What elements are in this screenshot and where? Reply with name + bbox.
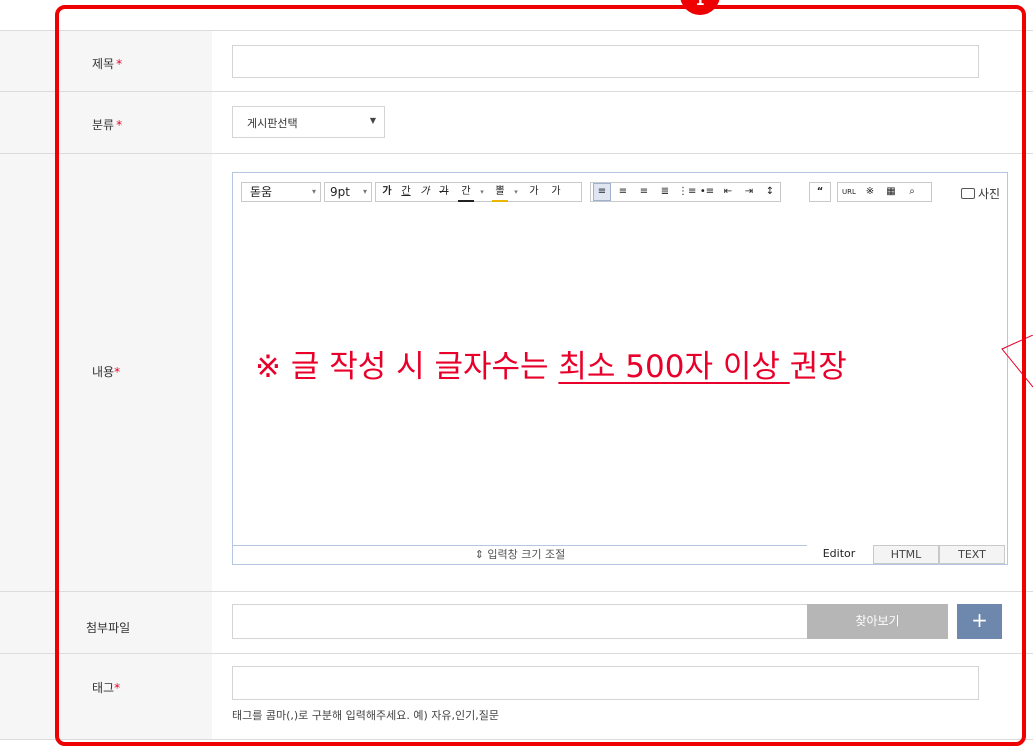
align-justify-icon[interactable]: ≣ xyxy=(657,184,673,200)
required-mark: * xyxy=(114,681,121,695)
align-center-icon[interactable]: ≡ xyxy=(615,184,631,200)
font-size-select[interactable]: 9pt ▾ xyxy=(324,182,372,202)
ordered-list-icon[interactable]: ⋮≡ xyxy=(678,184,696,200)
attachment-path-input[interactable] xyxy=(232,604,808,639)
category-selected-value: 게시판선택 xyxy=(247,117,298,130)
category-select[interactable]: 게시판선택 ▼ xyxy=(232,106,385,138)
subscript-button[interactable]: 가 xyxy=(548,184,564,200)
title-row: 제목 * xyxy=(0,31,1033,91)
indent-icon[interactable]: ⇥ xyxy=(741,184,757,200)
annotation-badge: 1 xyxy=(680,0,720,15)
insert-photo-button[interactable]: 사진 xyxy=(961,185,1000,202)
text-color-button[interactable]: 간 xyxy=(458,184,474,202)
mode-tab-text[interactable]: TEXT xyxy=(939,545,1005,564)
insert-group: URL ※ ▦ ⌕ xyxy=(837,182,932,202)
link-url-icon[interactable]: URL xyxy=(841,184,857,200)
mode-tab-editor[interactable]: Editor xyxy=(807,545,871,564)
attachment-label: 첨부파일 xyxy=(86,621,131,635)
dropdown-arrow-icon[interactable]: ▾ xyxy=(508,184,524,200)
category-label: 분류 * xyxy=(92,118,123,132)
quote-icon[interactable]: “ xyxy=(812,184,828,200)
bold-button[interactable]: 가 xyxy=(379,184,395,200)
content-label: 내용* xyxy=(92,365,121,379)
required-mark: * xyxy=(116,118,123,132)
outdent-icon[interactable]: ⇤ xyxy=(720,184,736,200)
unordered-list-icon[interactable]: •≡ xyxy=(699,184,715,200)
tags-input[interactable] xyxy=(232,666,979,700)
editor-content-area[interactable]: ※ 글 작성 시 글자수는 최소 500자 이상 권장 xyxy=(233,213,1007,545)
callout-pointer-icon xyxy=(1001,335,1033,388)
mode-tab-html[interactable]: HTML xyxy=(873,545,939,564)
dropdown-arrow-icon: ▼ xyxy=(369,116,376,125)
notice-emphasis: 최소 500자 이상 xyxy=(558,349,790,385)
paragraph-group: ≡ ≡ ≡ ≣ ⋮≡ •≡ ⇤ ⇥ ↕ xyxy=(590,182,781,202)
underline-button[interactable]: 간 xyxy=(398,184,414,200)
dropdown-arrow-icon: ▾ xyxy=(311,187,316,196)
required-mark: * xyxy=(116,57,123,71)
text-format-group: 가 간 가 가 간 ▾ 뽈 ▾ 가 가 xyxy=(375,182,582,202)
add-file-button[interactable]: + xyxy=(957,604,1002,639)
highlight-color-button[interactable]: 뽈 xyxy=(492,184,508,202)
title-label: 제목 * xyxy=(92,57,123,71)
align-left-icon[interactable]: ≡ xyxy=(593,183,611,201)
search-icon[interactable]: ⌕ xyxy=(904,184,920,200)
tags-label: 태그* xyxy=(92,681,121,695)
tags-hint: 태그를 콤마(,)로 구분해 입력해주세요. 예) 자유,인기,질문 xyxy=(232,709,499,722)
italic-button[interactable]: 가 xyxy=(417,184,433,200)
align-right-icon[interactable]: ≡ xyxy=(636,184,652,200)
editor-toolbar: 돋움 ▾ 9pt ▾ 가 간 가 가 간 ▾ 뽈 ▾ 가 가 ≡ ≡ ≡ ≣ ⋮≡ … xyxy=(233,173,1007,213)
dropdown-arrow-icon[interactable]: ▾ xyxy=(474,184,490,200)
length-notice: ※ 글 작성 시 글자수는 최소 500자 이상 권장 xyxy=(255,349,847,385)
special-char-icon[interactable]: ※ xyxy=(862,184,878,200)
line-height-icon[interactable]: ↕ xyxy=(762,184,778,200)
superscript-button[interactable]: 가 xyxy=(526,184,542,200)
browse-button[interactable]: 찾아보기 xyxy=(807,604,948,639)
resize-handle[interactable]: ⇕ 입력창 크기 조절 xyxy=(233,545,807,564)
title-input[interactable] xyxy=(232,45,979,78)
quote-group: “ xyxy=(809,182,831,202)
rich-text-editor: 돋움 ▾ 9pt ▾ 가 간 가 가 간 ▾ 뽈 ▾ 가 가 ≡ ≡ ≡ ≣ ⋮≡ … xyxy=(232,172,1008,565)
required-mark: * xyxy=(114,365,121,379)
category-row: 분류 * 게시판선택 ▼ xyxy=(0,92,1033,153)
table-icon[interactable]: ▦ xyxy=(883,184,899,200)
row-divider xyxy=(0,739,1033,740)
dropdown-arrow-icon: ▾ xyxy=(362,187,367,196)
label-cell xyxy=(0,654,212,739)
font-family-select[interactable]: 돋움 ▾ xyxy=(241,182,321,202)
strikethrough-button[interactable]: 가 xyxy=(436,184,452,200)
camera-icon xyxy=(961,188,975,199)
